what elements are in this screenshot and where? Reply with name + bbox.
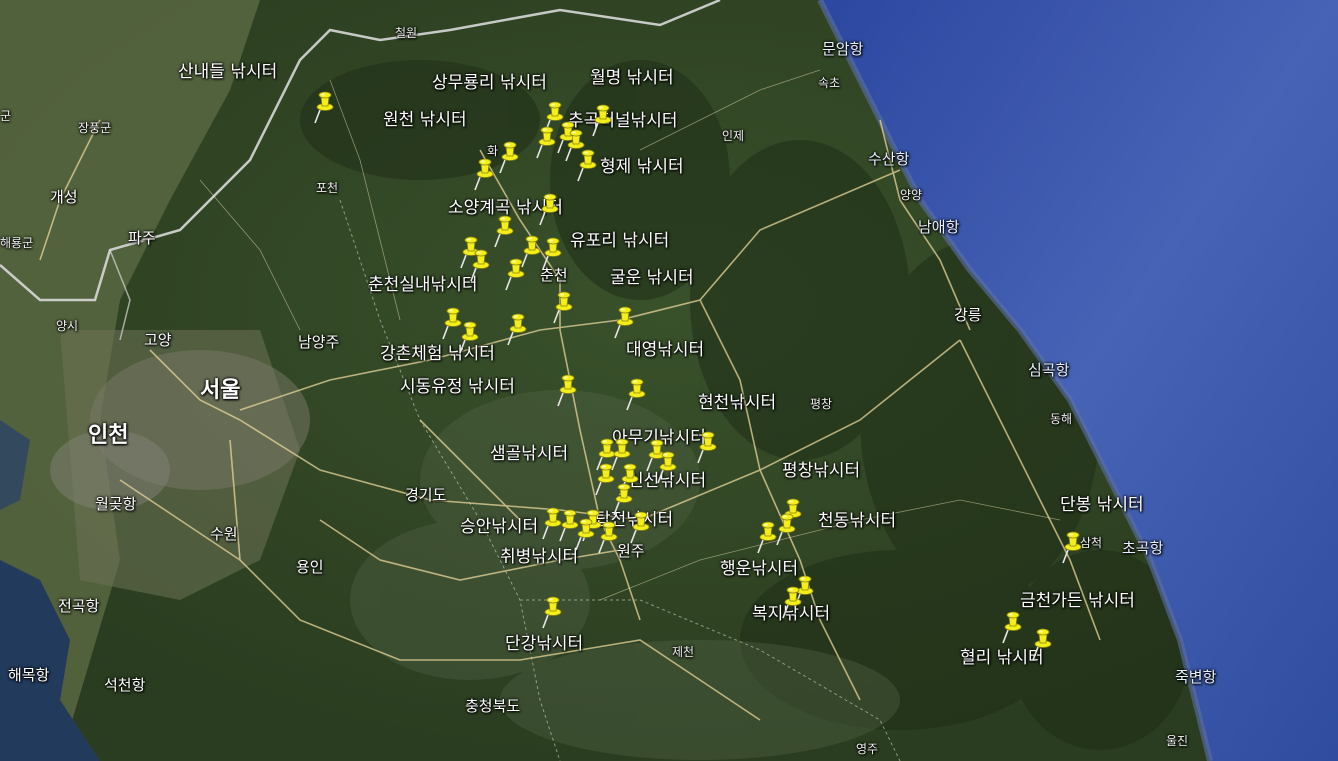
fishing-site-label[interactable]: 유포리 낚시터	[570, 233, 669, 250]
fishing-site-label[interactable]: 샘골낚시터	[490, 446, 568, 463]
fishing-site-label[interactable]: 현천낚시터	[698, 395, 776, 412]
place-label: 원주	[617, 542, 645, 560]
place-label: 석천항	[104, 676, 146, 694]
place-label: 수산항	[868, 150, 910, 168]
fishing-site-label[interactable]: 행운낚시터	[720, 561, 798, 578]
pushpin-icon[interactable]	[505, 312, 527, 346]
pushpin-icon[interactable]	[780, 585, 802, 619]
fishing-site-label[interactable]: 시동유정 낚시터	[400, 379, 515, 396]
place-label: 울진	[1166, 734, 1189, 748]
place-label: 용인	[296, 558, 324, 576]
place-label: 남양주	[298, 333, 340, 351]
place-label: 전곡항	[58, 597, 100, 615]
pushpin-icon[interactable]	[628, 510, 650, 544]
place-label: 인제	[722, 129, 745, 143]
fishing-site-label[interactable]: 평창낚시터	[782, 463, 860, 480]
place-label: 양시	[56, 319, 79, 333]
place-label: 서울	[200, 378, 241, 403]
place-label: 양양	[900, 188, 923, 202]
pushpin-icon[interactable]	[1060, 530, 1082, 564]
place-label: 경기도	[405, 486, 447, 504]
fishing-site-label[interactable]: 굴운 낚시터	[610, 270, 694, 287]
pushpin-icon[interactable]	[573, 517, 595, 551]
fishing-site-label[interactable]: 단봉 낚시터	[1060, 497, 1144, 514]
pushpin-icon[interactable]	[537, 192, 559, 226]
pushpin-icon[interactable]	[575, 148, 597, 182]
place-label: 월곶항	[95, 495, 137, 513]
pushpin-icon[interactable]	[590, 103, 612, 137]
fishing-site-label[interactable]: 천동낚시터	[818, 513, 896, 530]
pushpin-icon[interactable]	[492, 214, 514, 248]
place-label: 철원	[395, 26, 418, 40]
place-label: 동해	[1050, 412, 1073, 426]
place-label: 인천	[88, 423, 129, 448]
place-label: 고양	[144, 331, 172, 349]
fishing-site-label[interactable]: 상무룡리 낚시터	[432, 75, 547, 92]
pushpin-icon[interactable]	[551, 290, 573, 324]
pushpin-icon[interactable]	[695, 430, 717, 464]
place-label: 해룡군	[0, 236, 34, 250]
place-label: 장풍군	[78, 121, 112, 135]
pushpin-icon[interactable]	[497, 140, 519, 174]
pushpin-icon[interactable]	[312, 90, 334, 124]
pushpin-icon[interactable]	[540, 595, 562, 629]
place-label: 제천	[672, 645, 695, 659]
satellite-map[interactable]: 산내들 낚시터 상무룡리 낚시터 월명 낚시터 원천 낚시터 추곡터널낚시터 형제 낚시터…	[0, 0, 1338, 761]
place-label: 삼척	[1080, 536, 1103, 550]
place-label: 남애항	[918, 218, 960, 236]
place-label: 초곡항	[1122, 539, 1164, 557]
place-label: 개성	[50, 188, 78, 206]
pushpin-icon[interactable]	[755, 520, 777, 554]
fishing-site-label[interactable]: 월명 낚시터	[590, 70, 674, 87]
pushpin-icon[interactable]	[503, 257, 525, 291]
pushpin-icon[interactable]	[468, 248, 490, 282]
pushpin-icon[interactable]	[1000, 610, 1022, 644]
place-label: 수원	[210, 525, 238, 543]
pushpin-icon[interactable]	[596, 520, 618, 554]
fishing-site-label[interactable]: 원천 낚시터	[383, 112, 467, 129]
pushpin-icon[interactable]	[534, 125, 556, 159]
fishing-site-label[interactable]: 취병낚시터	[500, 549, 578, 566]
fishing-site-label[interactable]: 산내들 낚시터	[178, 64, 277, 81]
fishing-site-label[interactable]: 춘천실내낚시터	[368, 277, 477, 294]
fishing-site-label[interactable]: 승안낚시터	[460, 519, 538, 536]
place-label: 영주	[856, 742, 879, 756]
pushpin-icon[interactable]	[655, 450, 677, 484]
place-label: 죽변항	[1175, 668, 1217, 686]
place-label: 속초	[818, 76, 841, 90]
place-label: 파주	[128, 229, 156, 247]
pushpin-icon[interactable]	[774, 512, 796, 546]
place-label: 충청북도	[465, 697, 521, 715]
fishing-site-label[interactable]: 금천가든 낚시터	[1020, 593, 1135, 610]
place-label: 해목항	[8, 666, 50, 684]
place-label: 문암항	[822, 40, 864, 58]
fishing-site-label[interactable]: 형제 낚시터	[600, 159, 684, 176]
pushpin-icon[interactable]	[457, 320, 479, 354]
pushpin-icon[interactable]	[540, 236, 562, 270]
place-label: 강릉	[954, 306, 982, 324]
pushpin-icon[interactable]	[612, 305, 634, 339]
fishing-site-label[interactable]: 단강낚시터	[505, 636, 583, 653]
place-label: 군	[0, 109, 12, 123]
place-label: 춘천	[540, 266, 568, 284]
pushpin-icon[interactable]	[624, 377, 646, 411]
pushpin-icon[interactable]	[555, 373, 577, 407]
place-label: 포천	[316, 181, 339, 195]
pushpin-icon[interactable]	[1030, 627, 1052, 661]
place-label: 심곡항	[1028, 361, 1070, 379]
fishing-site-label[interactable]: 대영낚시터	[626, 342, 704, 359]
pushpin-icon[interactable]	[472, 157, 494, 191]
place-label: 평창	[810, 397, 833, 411]
